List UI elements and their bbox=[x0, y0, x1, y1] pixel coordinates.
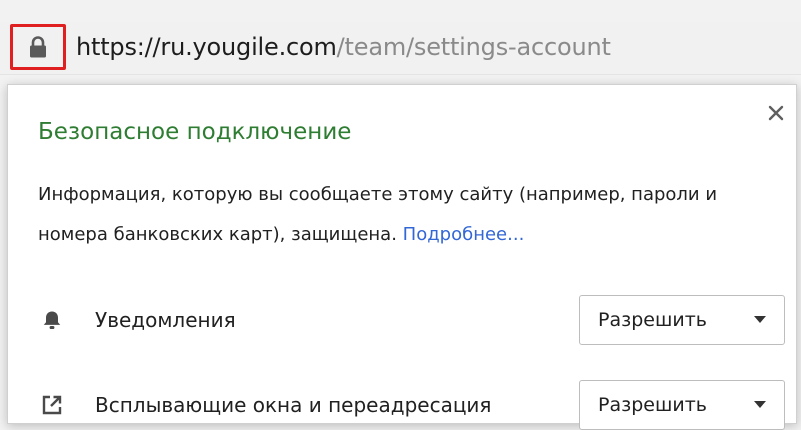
learn-more-link[interactable]: Подробнее... bbox=[403, 224, 525, 245]
browser-top-strip bbox=[0, 0, 801, 22]
close-button[interactable] bbox=[762, 99, 790, 127]
close-icon bbox=[768, 105, 784, 121]
url-domain: https://ru.yougile.com bbox=[76, 33, 337, 61]
lock-icon bbox=[30, 36, 46, 58]
popup-redirect-icon bbox=[42, 395, 62, 415]
site-info-button[interactable] bbox=[10, 24, 66, 70]
permission-row-popups: Всплывающие окна и переадресация Разреши… bbox=[8, 380, 796, 430]
notifications-permission-select[interactable]: Разрешить bbox=[579, 295, 785, 345]
permission-label: Уведомления bbox=[95, 308, 236, 332]
url-path: /team/settings-account bbox=[336, 33, 611, 61]
connection-description: Информация, которую вы сообщаете этому с… bbox=[38, 175, 768, 255]
url-text[interactable]: https://ru.yougile.com/team/settings-acc… bbox=[76, 27, 611, 67]
bell-icon bbox=[43, 311, 61, 329]
popups-permission-select[interactable]: Разрешить bbox=[579, 380, 785, 430]
permission-label: Всплывающие окна и переадресация bbox=[95, 393, 492, 417]
select-value: Разрешить bbox=[598, 309, 707, 331]
connection-title: Безопасное подключение bbox=[38, 119, 352, 145]
chevron-down-icon bbox=[754, 316, 766, 323]
description-text: Информация, которую вы сообщаете этому с… bbox=[38, 184, 718, 245]
chevron-down-icon bbox=[754, 401, 766, 408]
permission-row-notifications: Уведомления Разрешить bbox=[8, 295, 796, 345]
select-value: Разрешить bbox=[598, 394, 707, 416]
site-info-popup: Безопасное подключение Информация, котор… bbox=[7, 84, 797, 430]
